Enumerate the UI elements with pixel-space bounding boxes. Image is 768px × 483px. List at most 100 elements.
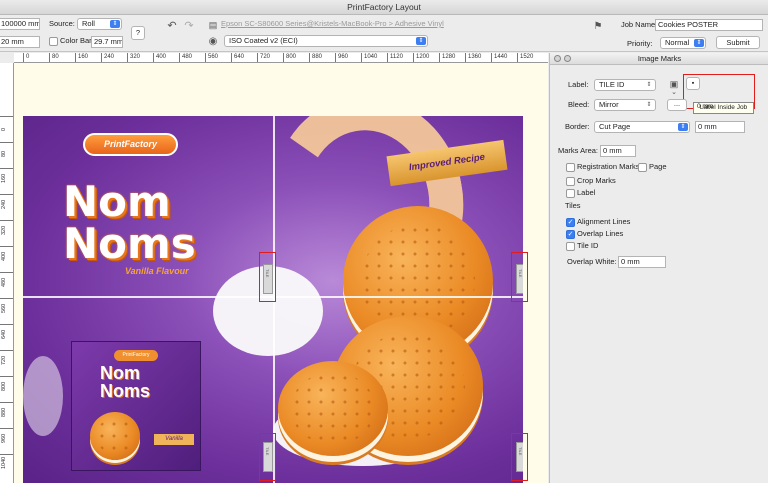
bleed-label: Bleed: — [568, 100, 590, 109]
label-checkbox[interactable] — [566, 189, 575, 198]
ruler-tick-label: 880 — [0, 402, 13, 428]
redo-icon[interactable]: ↷ — [183, 20, 195, 32]
product-package: PrintFactory Nom Noms Vanilla — [71, 341, 201, 471]
panel-body: Label: TILE ID ⇕ ▣ ⌄ ▪ Label Inside Job … — [550, 65, 768, 483]
undo-icon[interactable]: ↶ — [166, 20, 178, 32]
color-profile-icon: ◉ — [208, 36, 218, 47]
bleed-select[interactable]: Mirror ⇕ — [594, 99, 656, 111]
job-name-input[interactable]: Cookies POSTER — [655, 19, 763, 31]
ruler-tick-label: 880 — [309, 53, 322, 62]
media-height-field[interactable]: 20 mm — [0, 36, 40, 48]
color-bars-field[interactable]: 29.7 mm — [91, 36, 123, 48]
ruler-tick-label: 80 — [0, 142, 13, 168]
source-value: Roll — [82, 19, 95, 28]
ruler-tick-label: 240 — [101, 53, 114, 62]
label-select[interactable]: TILE ID ⇕ — [594, 79, 656, 91]
alignment-lines-checkbox[interactable]: ✓ — [566, 218, 575, 227]
pack-title-line2: Noms — [100, 381, 151, 401]
milk-splash — [23, 356, 63, 436]
pack-cookie-image — [90, 412, 140, 460]
marks-area-label: Marks Area: — [558, 146, 599, 155]
color-bars-checkbox[interactable] — [49, 37, 58, 46]
page-checkbox[interactable] — [638, 163, 647, 172]
chevron-updown-icon: ⇕ — [694, 39, 704, 47]
border-label: Border: — [565, 122, 590, 131]
source-label: Source: — [49, 19, 75, 28]
chevron-down-icon: ⌄ — [671, 89, 677, 96]
ruler-tick-label: 240 — [0, 194, 13, 220]
ruler-tick-label: 400 — [153, 53, 166, 62]
priority-label: Priority: — [627, 39, 653, 48]
close-icon[interactable] — [554, 55, 561, 62]
chevron-updown-icon: ⇕ — [644, 81, 654, 89]
crop-marks-checkbox[interactable] — [566, 177, 575, 186]
registration-marks-checkbox[interactable] — [566, 163, 575, 172]
ruler-tick-label: 720 — [0, 350, 13, 376]
media-width-field[interactable]: 100000 mm — [0, 18, 40, 30]
ruler-tick-label: 0 — [23, 53, 29, 62]
minimize-icon[interactable] — [564, 55, 571, 62]
help-button[interactable]: ? — [131, 26, 145, 40]
overlap-white-input[interactable]: 0 mm — [618, 256, 666, 268]
ruler-tick-label: 960 — [0, 428, 13, 454]
highlight-box — [259, 433, 276, 481]
horizontal-ruler: 0 80 160 240 320 400 480 560 640 720 800 880 960 1040… — [14, 53, 548, 63]
ruler-tick-label: 320 — [0, 220, 13, 246]
overlap-lines-label: Overlap Lines — [577, 229, 624, 238]
top-toolbar: 100000 mm Source: Roll ⇕ 20 mm Color Bar… — [0, 15, 768, 52]
layout-canvas[interactable]: PrintFactory Nom Noms Vanilla Flavour Im… — [14, 63, 548, 483]
chevron-updown-icon: ⇕ — [110, 20, 120, 28]
bleed-options-button[interactable]: ... — [667, 99, 687, 111]
color-profile-select[interactable]: ISO Coated v2 (ECI) ⇕ — [224, 35, 428, 47]
highlight-box — [511, 433, 528, 481]
label-check-label: Label — [577, 188, 596, 197]
pack-title-line1: Nom — [100, 363, 140, 383]
chevron-updown-icon: ⇕ — [678, 123, 688, 131]
ruler-tick-label: 320 — [127, 53, 140, 62]
printer-icon[interactable]: ▤ — [207, 19, 219, 31]
cookie-image — [278, 361, 388, 456]
tiles-heading: Tiles — [565, 201, 581, 210]
panel-title: Image Marks — [637, 54, 682, 63]
source-select[interactable]: Roll ⇕ — [77, 18, 122, 30]
brand-logo: PrintFactory — [83, 133, 178, 156]
color-profile-value: ISO Coated v2 (ECI) — [229, 36, 298, 45]
ruler-tick-label: 1520 — [517, 53, 533, 62]
ruler-tick-label: 1280 — [439, 53, 455, 62]
product-title-line2: Noms — [63, 219, 196, 268]
ruler-tick-label: 1200 — [413, 53, 429, 62]
ruler-tick-label: 400 — [0, 246, 13, 272]
highlight-box — [511, 252, 528, 302]
job-name-label: Job Name: — [621, 20, 658, 29]
ruler-tick-label: 560 — [205, 53, 218, 62]
priority-select[interactable]: Normal ⇕ — [660, 37, 706, 49]
ruler-tick-label: 560 — [0, 298, 13, 324]
bleed-select-value: Mirror — [599, 100, 619, 109]
ruler-tick-label: 640 — [231, 53, 244, 62]
printer-path-link[interactable]: Epson SC-S80600 Series@Kristels-MacBook-… — [221, 18, 444, 30]
image-marks-panel: Image Marks Label: TILE ID ⇕ ▣ ⌄ ▪ Label… — [549, 53, 768, 483]
border-mm-input[interactable]: 0 mm — [695, 121, 745, 133]
ruler-tick-label: 0 — [0, 116, 13, 142]
tile-id-checkbox[interactable] — [566, 242, 575, 251]
ruler-tick-label: 1440 — [491, 53, 507, 62]
marks-area-input[interactable]: 0 mm — [600, 145, 636, 157]
overlap-lines-checkbox[interactable]: ✓ — [566, 230, 575, 239]
ruler-tick-label: 1360 — [465, 53, 481, 62]
crop-marks-label: Crop Marks — [577, 176, 616, 185]
ruler-tick-label: 160 — [75, 53, 88, 62]
ruler-tick-label: 720 — [257, 53, 270, 62]
product-title-line1: Nom — [63, 177, 171, 226]
submit-button[interactable]: Submit — [716, 36, 760, 49]
window-title: PrintFactory Layout — [347, 2, 421, 12]
ruler-tick-label: 640 — [0, 324, 13, 350]
label-field-label: Label: — [568, 80, 589, 89]
ruler-tick-label: 1040 — [361, 53, 377, 62]
brand-name: PrintFactory — [103, 139, 157, 149]
ruler-tick-label: 480 — [179, 53, 192, 62]
ruler-tick-label: 480 — [0, 272, 13, 298]
ruler-tick-label: 80 — [49, 53, 59, 62]
checkered-flag-icon: ⚑ — [593, 21, 603, 32]
border-select[interactable]: Cut Page ⇕ — [594, 121, 690, 133]
pack-flavor: Vanilla — [154, 434, 194, 445]
